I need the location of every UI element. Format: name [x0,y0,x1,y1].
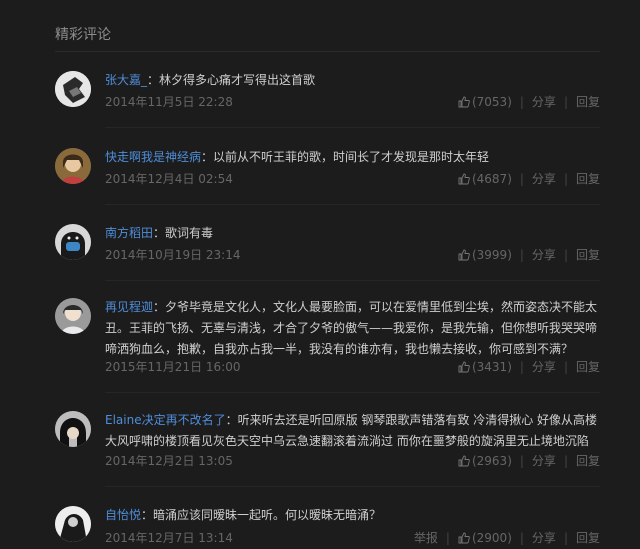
thumbs-up-icon [458,361,470,373]
share-button[interactable]: 分享 [532,529,556,546]
comment-body: 南方稻田：歌词有毒 [105,223,600,244]
like-button[interactable]: (7053) [458,94,512,109]
user-avatar[interactable] [55,298,91,334]
comment-meta: 2015年11月21日 16:00 (3431) | 分享 | 回复 [105,358,600,378]
action-divider: | [563,247,568,262]
section-title: 精彩评论 [55,27,111,43]
share-button[interactable]: 分享 [532,452,556,469]
user-avatar[interactable] [55,411,91,447]
comment-body: 自怡悦：暗涌应该同暧昧一起听。何以暧昧无暗涌？ [105,505,600,526]
colon-separator: ： [141,508,154,522]
comment-text: 以前从不听王菲的歌，时间长了才发现是那时太年轻 [213,150,490,164]
comment-text: 林夕得多心痛才写得出这首歌 [159,73,316,87]
comment-time: 2014年12月7日 13:14 [105,531,233,545]
like-button[interactable]: (2900) [458,530,512,545]
reply-button[interactable]: 回复 [576,170,600,187]
thumbs-up-icon [458,96,470,108]
thumbs-up-icon [458,249,470,261]
like-count: (4687) [471,171,512,186]
comment-text: 歌词有毒 [165,226,214,240]
colon-separator: ： [153,300,166,314]
comment-meta: 2014年11月5日 22:28 (7053) | 分享 | 回复 [105,93,600,113]
comment-text: 夕爷毕竟是文化人，文化人最要脸面，可以在爱情里低到尘埃，然而姿态决不能太丑。王菲… [105,300,598,356]
like-count: (3431) [471,359,512,374]
like-button[interactable]: (2963) [458,453,512,468]
row-divider [105,280,600,281]
action-divider: | [563,94,568,109]
comment-meta: 2014年12月4日 02:54 (4687) | 分享 | 回复 [105,170,600,190]
comment-username[interactable]: 快走啊我是神经病 [105,150,201,164]
comment-username[interactable]: 再见程迦 [105,300,153,314]
reply-button[interactable]: 回复 [576,246,600,263]
comment-time: 2014年12月4日 02:54 [105,172,233,186]
action-divider: | [563,359,568,374]
user-avatar[interactable] [55,224,91,260]
row-divider [105,486,600,487]
like-count: (7053) [471,94,512,109]
row-divider [105,204,600,205]
action-divider: | [519,453,524,468]
comment-meta: 2014年12月2日 13:05 (2963) | 分享 | 回复 [105,452,600,472]
comment-body: 张大嘉_：林夕得多心痛才写得出这首歌 [105,70,600,91]
colon-separator: ： [225,413,238,427]
comment-meta: 2014年10月19日 23:14 (3999) | 分享 | 回复 [105,246,600,266]
action-divider: | [519,247,524,262]
user-avatar[interactable] [55,148,91,184]
like-count: (3999) [471,247,512,262]
action-divider: | [563,171,568,186]
reply-button[interactable]: 回复 [576,529,600,546]
action-divider: | [445,530,450,545]
thumbs-up-icon [458,173,470,185]
action-divider: | [519,94,524,109]
row-divider [105,392,600,393]
comment-meta: 2014年12月7日 13:14 举报 | (2900) | 分享 | 回复 [105,529,600,549]
colon-separator: ： [147,73,160,87]
like-button[interactable]: (4687) [458,171,512,186]
comment-body: Elaine决定再不改名了：听来听去还是听回原版 钢琴跟歌声错落有致 冷清得揪心… [105,410,600,452]
comment-username[interactable]: Elaine决定再不改名了 [105,413,226,427]
action-divider: | [563,530,568,545]
thumbs-up-icon [458,455,470,467]
comment-time: 2014年10月19日 23:14 [105,248,241,262]
like-button[interactable]: (3999) [458,247,512,262]
comment-time: 2014年11月5日 22:28 [105,95,233,109]
comment-username[interactable]: 南方稻田 [105,226,153,240]
colon-separator: ： [201,150,214,164]
action-divider: | [519,171,524,186]
row-divider [105,127,600,128]
comment-time: 2014年12月2日 13:05 [105,454,233,468]
comment-time: 2015年11月21日 16:00 [105,360,241,374]
share-button[interactable]: 分享 [532,93,556,110]
action-divider: | [519,359,524,374]
comment-text: 暗涌应该同暧昧一起听。何以暧昧无暗涌？ [153,508,382,522]
like-button[interactable]: (3431) [458,359,512,374]
share-button[interactable]: 分享 [532,358,556,375]
like-count: (2963) [471,453,512,468]
comment-username[interactable]: 自怡悦 [105,508,141,522]
title-divider [55,51,600,52]
reply-button[interactable]: 回复 [576,452,600,469]
colon-separator: ： [153,226,166,240]
reply-button[interactable]: 回复 [576,93,600,110]
report-button[interactable]: 举报 [414,529,438,546]
comment-body: 快走啊我是神经病：以前从不听王菲的歌，时间长了才发现是那时太年轻 [105,147,600,168]
comment-username[interactable]: 张大嘉_ [105,73,147,87]
reply-button[interactable]: 回复 [576,358,600,375]
user-avatar[interactable] [55,71,91,107]
thumbs-up-icon [458,532,470,544]
share-button[interactable]: 分享 [532,170,556,187]
action-divider: | [519,530,524,545]
user-avatar[interactable] [55,506,91,542]
like-count: (2900) [471,530,512,545]
share-button[interactable]: 分享 [532,246,556,263]
comment-body: 再见程迦：夕爷毕竟是文化人，文化人最要脸面，可以在爱情里低到尘埃，然而姿态决不能… [105,297,600,360]
action-divider: | [563,453,568,468]
